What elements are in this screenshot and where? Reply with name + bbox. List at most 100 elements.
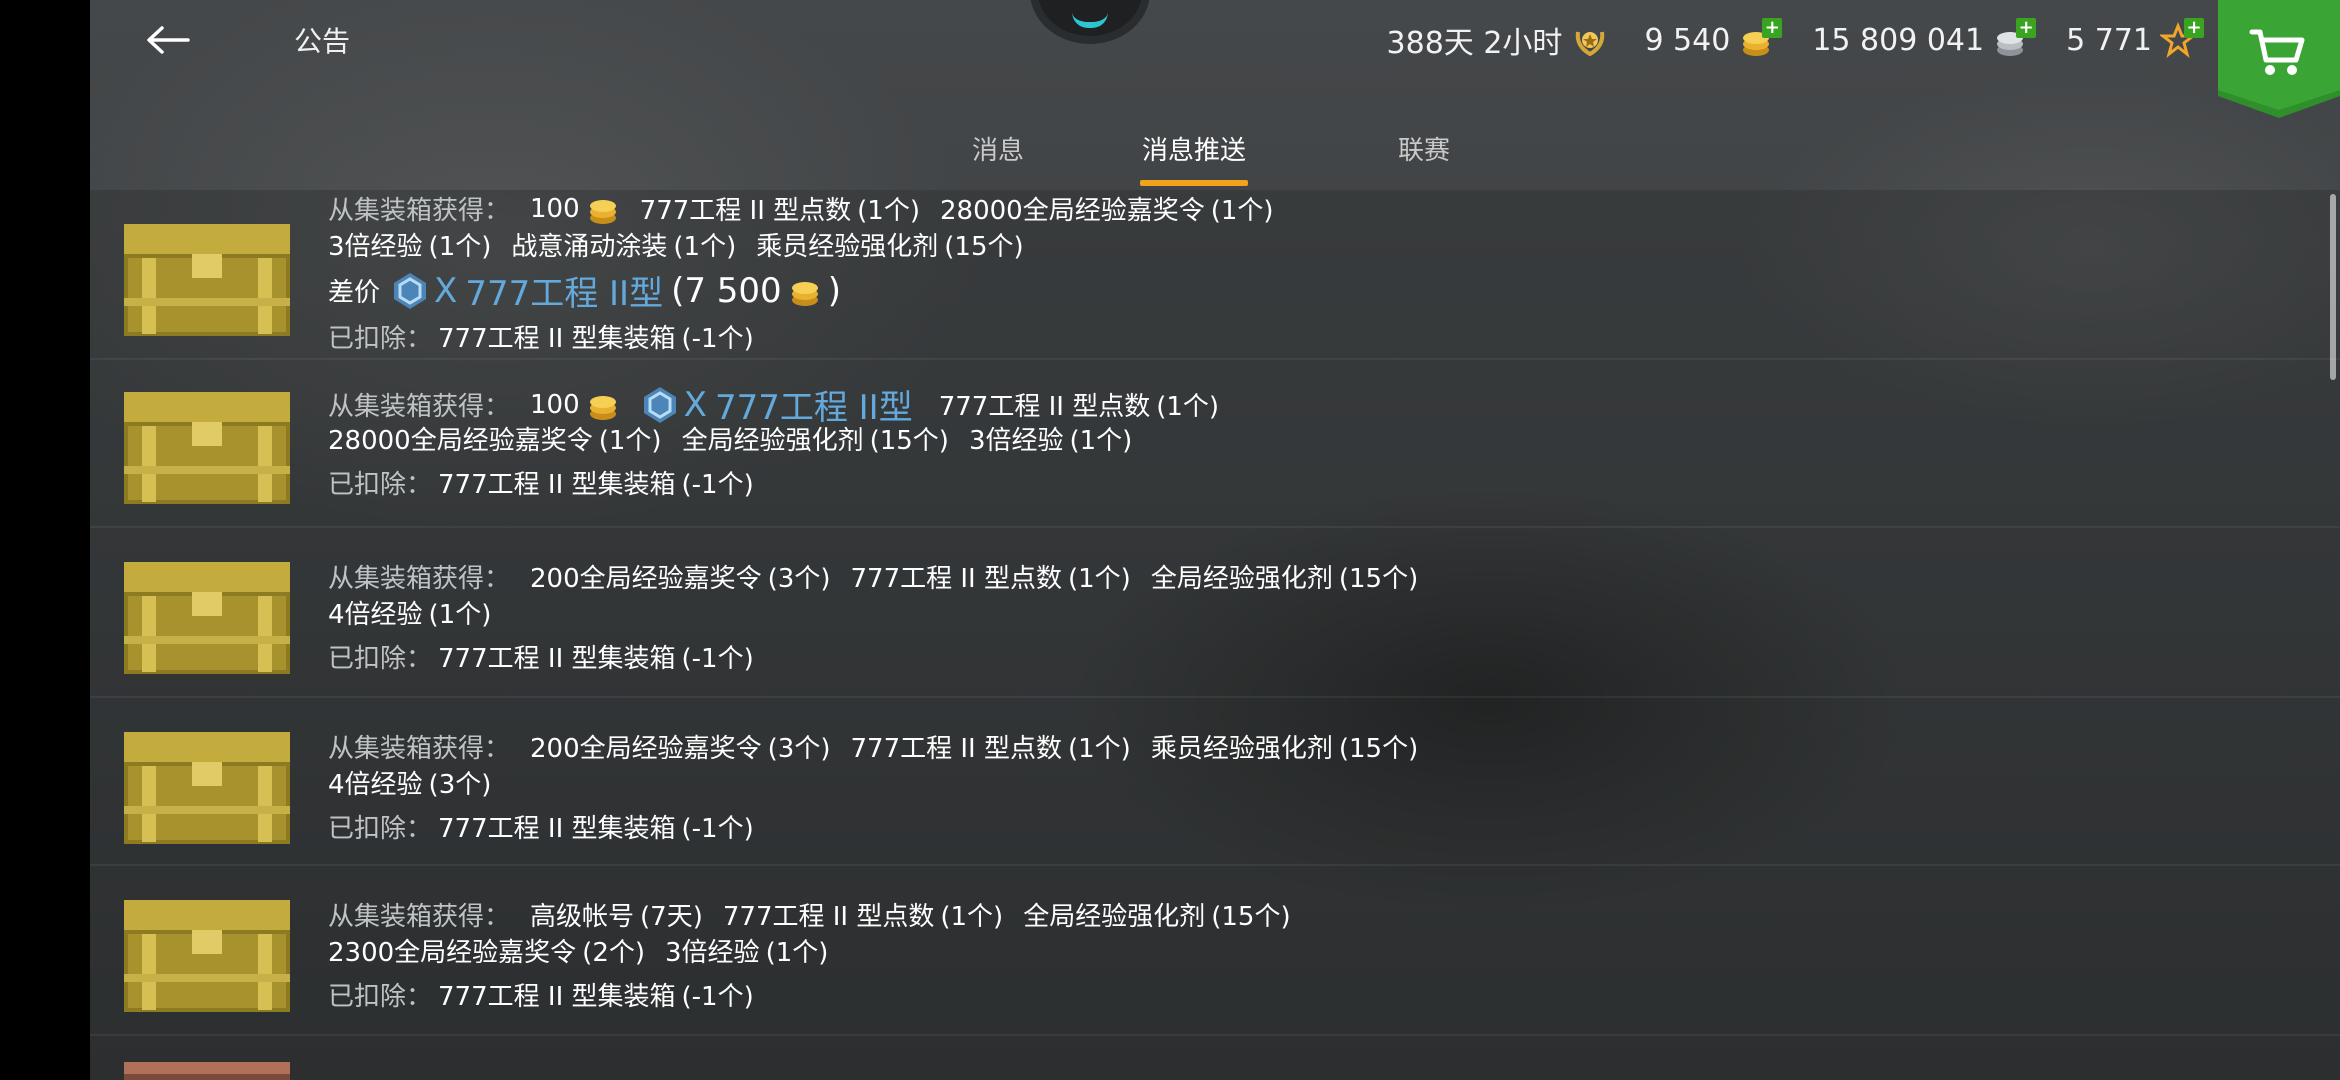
list-item[interactable]: 从集装箱获得： 高级帐号 (7天) 777工程 II 型点数 (1个) 全局经验…: [90, 866, 2340, 1036]
deducted-line: 已扣除： 777工程 II 型集装箱 (-1个): [328, 976, 774, 1013]
reward-count: (3个): [767, 564, 831, 594]
reward-item: 4倍经验: [328, 770, 423, 800]
list-item[interactable]: 从集装箱获得： 100 X 777工程 II型 777工程 II 型点数 (1个…: [90, 360, 2340, 528]
reward-count: (1个): [428, 600, 492, 630]
reward-line: 从集装箱获得： 100 777工程 II 型点数 (1个) 28000全局经验嘉…: [328, 190, 1294, 227]
reward-count: (1个): [428, 232, 492, 262]
buy-credits-plus-icon[interactable]: +: [2016, 18, 2037, 38]
shop-cart-button[interactable]: [2218, 0, 2340, 120]
buy-xp-plus-icon[interactable]: +: [2184, 18, 2204, 38]
reward-item: 全局经验强化剂: [681, 426, 864, 456]
reward-count: (1个): [765, 938, 829, 968]
tab-league[interactable]: 联赛: [1364, 130, 1484, 167]
buy-gold-plus-icon[interactable]: +: [1762, 18, 1783, 38]
reward-count: (15个): [1338, 564, 1419, 594]
gold-coins-icon: [791, 281, 818, 306]
list-item[interactable]: [90, 1036, 2340, 1080]
gold-balance[interactable]: 9 540 +: [1644, 18, 1783, 60]
reward-line: 从集装箱获得： 200全局经验嘉奖令 (3个) 777工程 II 型点数 (1个…: [328, 558, 1438, 595]
gold-amount: 100: [530, 193, 580, 224]
deducted-line: 已扣除： 777工程 II 型集装箱 (-1个): [328, 808, 774, 845]
deducted-item: 777工程 II 型集装箱: [438, 982, 676, 1012]
from-container-label: 从集装箱获得：: [328, 196, 511, 226]
gold-amount: 100: [530, 389, 580, 420]
reward-line: 从集装箱获得： 高级帐号 (7天) 777工程 II 型点数 (1个) 全局经验…: [328, 896, 1311, 933]
shopping-cart-icon: [2218, 0, 2340, 118]
reward-count: (1个): [1068, 734, 1131, 764]
back-button[interactable]: [138, 14, 198, 66]
reward-count: (15个): [1211, 902, 1291, 932]
reward-item: 777工程 II 型点数: [850, 734, 1063, 764]
tab-push-messages[interactable]: 消息推送: [1134, 130, 1254, 167]
reward-line: 28000全局经验嘉奖令 (1个) 全局经验强化剂 (15个) 3倍经验 (1个…: [328, 420, 1152, 457]
reward-count: (7天): [640, 902, 703, 932]
currency-bar: 388天 2小时 9 540 + 15 809 041 + 5 771 +: [1387, 18, 2204, 62]
reward-count: (1个): [940, 902, 1004, 932]
gold-coins-icon: [589, 199, 616, 224]
reward-item: 28000全局经验嘉奖令: [940, 196, 1205, 226]
deducted-item: 777工程 II 型集装箱: [438, 324, 676, 354]
deducted-line: 已扣除： 777工程 II 型集装箱 (-1个): [328, 464, 774, 501]
tab-bar: 消息 消息推送 联赛: [90, 118, 2340, 190]
tank-tier: X: [434, 270, 458, 311]
deducted-label: 已扣除：: [328, 644, 433, 674]
gold-balance-value: 9 540: [1644, 22, 1731, 58]
premium-time[interactable]: 388天 2小时: [1387, 18, 1611, 62]
container-crate-icon: [124, 224, 290, 336]
deducted-item: 777工程 II 型集装箱: [438, 470, 676, 500]
compensation-price: (7 500: [671, 270, 782, 311]
screen: 公告 388天 2小时 9 540 + 15 809 041 + 5 771 +…: [90, 0, 2340, 1080]
deducted-count: (-1个): [681, 470, 754, 500]
page-title: 公告: [294, 25, 351, 58]
container-crate-icon: [124, 732, 290, 844]
compensation-line: 差价 X 777工程 II型 (7 500 ): [328, 266, 861, 315]
list-item[interactable]: 从集装箱获得： 200全局经验嘉奖令 (3个) 777工程 II 型点数 (1个…: [90, 698, 2340, 866]
from-container-label: 从集装箱获得：: [328, 564, 511, 594]
reward-item: 乘员经验强化剂: [756, 232, 939, 262]
tab-messages[interactable]: 消息: [938, 130, 1058, 167]
tank-name: 777工程 II型: [465, 274, 664, 314]
top-bar: 公告 388天 2小时 9 540 + 15 809 041 + 5 771 +: [90, 0, 2340, 118]
premium-time-value: 388天 2小时: [1386, 26, 1563, 61]
reward-item: 200全局经验嘉奖令: [530, 734, 762, 764]
tank-tier-emblem-icon: [643, 386, 676, 423]
deducted-line: 已扣除： 777工程 II 型集装箱 (-1个): [328, 318, 774, 355]
reward-item: 2300全局经验嘉奖令: [328, 938, 577, 968]
reward-item: 乘员经验强化剂: [1150, 734, 1333, 764]
credits-balance[interactable]: 15 809 041 +: [1812, 18, 2037, 60]
reward-item: 战意涌动涂装: [511, 232, 668, 262]
reward-item: 4倍经验: [328, 600, 423, 630]
active-tab-indicator: [1140, 180, 1248, 186]
container-crate-icon: [124, 392, 290, 504]
deducted-label: 已扣除：: [328, 982, 433, 1012]
credits-balance-value: 15 809 041: [1812, 22, 1985, 58]
deducted-item: 777工程 II 型集装箱: [438, 814, 676, 844]
reward-count: (3个): [428, 770, 492, 800]
center-status-ring[interactable]: [1030, 0, 1150, 44]
free-xp-value: 5 771: [2066, 22, 2152, 58]
from-container-label: 从集装箱获得：: [328, 734, 511, 764]
container-crate-icon: [124, 1062, 290, 1080]
reward-item: 28000全局经验嘉奖令: [328, 426, 593, 456]
reward-line: 4倍经验 (3个): [328, 764, 511, 801]
reward-item: 全局经验强化剂: [1023, 902, 1206, 932]
list-scrollbar[interactable]: [2330, 194, 2336, 380]
reward-count: (15个): [869, 426, 949, 456]
list-item[interactable]: 从集装箱获得： 200全局经验嘉奖令 (3个) 777工程 II 型点数 (1个…: [90, 528, 2340, 698]
compensation-price-close: ): [827, 270, 841, 311]
reward-item: 3倍经验: [665, 938, 760, 968]
reward-count: (15个): [944, 232, 1024, 262]
reward-item: 高级帐号: [530, 902, 635, 932]
compensation-label: 差价: [328, 278, 381, 308]
back-arrow-icon: [147, 26, 190, 54]
message-list[interactable]: 从集装箱获得： 100 777工程 II 型点数 (1个) 28000全局经验嘉…: [90, 190, 2340, 1080]
reward-count: (1个): [857, 196, 920, 226]
reward-item: 200全局经验嘉奖令: [530, 564, 762, 594]
deducted-count: (-1个): [681, 324, 754, 354]
reward-item: 777工程 II 型点数: [938, 392, 1151, 422]
reward-count: (3个): [767, 734, 831, 764]
reward-count: (1个): [598, 426, 662, 456]
list-item[interactable]: 从集装箱获得： 100 777工程 II 型点数 (1个) 28000全局经验嘉…: [90, 190, 2340, 360]
free-xp-balance[interactable]: 5 771 +: [2066, 18, 2204, 60]
reward-item: 全局经验强化剂: [1150, 564, 1333, 594]
